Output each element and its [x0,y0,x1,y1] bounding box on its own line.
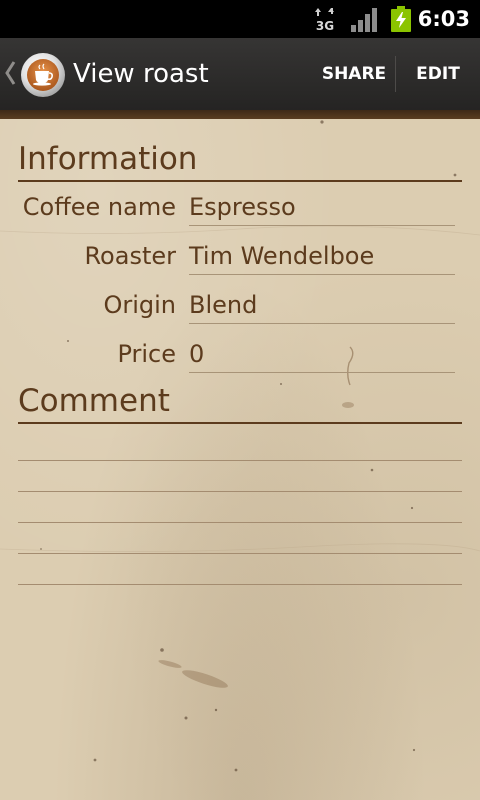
roaster-underline [189,274,455,275]
roaster-value: Tim Wendelboe [189,242,375,270]
coffee-name-underline [189,225,455,226]
price-underline [189,372,455,373]
origin-label: Origin [103,291,176,319]
comment-line [18,491,462,492]
origin-underline [189,323,455,324]
edit-button[interactable]: EDIT [398,38,478,110]
share-button[interactable]: SHARE [314,38,394,110]
network-3g-icon: 3G [315,8,334,32]
comment-line [18,522,462,523]
screen-title: View roast [73,59,209,89]
battery-charging-icon [391,6,411,32]
coffee-name-label: Coffee name [22,193,176,221]
information-header: Information [18,141,198,177]
chevron-left-icon [5,61,16,85]
action-bar: View roast SHARE EDIT [0,38,480,110]
network-type-label: 3G [316,19,334,32]
status-bar: 3G 6:03 [0,0,480,38]
comment-line [18,553,462,554]
action-bar-shadow [0,110,480,119]
comment-header: Comment [18,383,170,419]
status-time: 6:03 [417,7,470,31]
action-divider [395,56,396,92]
price-value: 0 [189,340,205,368]
information-divider [18,180,462,182]
signal-strength-icon [351,8,377,32]
roast-details-paper[interactable]: Information Coffee name Espresso Roaster… [0,119,480,800]
origin-value: Blend [189,291,258,319]
comment-line [18,460,462,461]
comment-line [18,584,462,585]
price-label: Price [117,340,176,368]
roaster-label: Roaster [84,242,176,270]
coffee-cup-icon [21,53,65,97]
coffee-name-value: Espresso [189,193,296,221]
comment-divider [18,422,462,424]
